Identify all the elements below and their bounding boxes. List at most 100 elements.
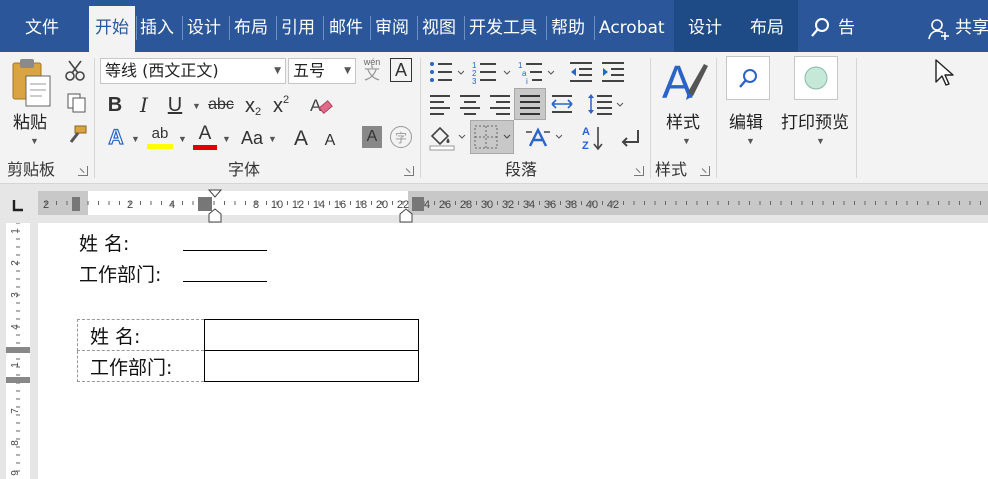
- paragraph-launcher-icon[interactable]: [634, 166, 644, 176]
- clipboard-paste-icon: [12, 59, 51, 107]
- font-launcher-icon[interactable]: [404, 166, 414, 176]
- superscript-button[interactable]: x2: [268, 92, 294, 120]
- share-label: 共享: [955, 18, 988, 38]
- underline-button[interactable]: U: [164, 92, 186, 118]
- department-field-label: 工作部门:: [79, 264, 162, 286]
- font-name-combo[interactable]: 等线 (西文正文) ▼: [100, 58, 286, 84]
- tab-developer[interactable]: 开发工具: [469, 8, 537, 48]
- table-cell-label[interactable]: 姓 名:: [77, 319, 205, 351]
- table-cell-label[interactable]: 工作部门:: [77, 350, 205, 382]
- strikethrough-button[interactable]: abc: [206, 92, 236, 118]
- superscript-x: x: [272, 94, 283, 117]
- align-right-button[interactable]: [488, 92, 512, 121]
- subscript-x: x: [244, 94, 255, 117]
- increase-indent-button[interactable]: [600, 60, 626, 89]
- print-preview-dropdown-icon[interactable]: ▼: [816, 136, 825, 146]
- editing-dropdown-icon[interactable]: ▼: [746, 136, 755, 146]
- search-icon: [811, 18, 829, 37]
- styles-group-label: 样式: [655, 160, 688, 179]
- styles-launcher-icon[interactable]: [700, 166, 710, 176]
- editing-button[interactable]: [726, 56, 770, 100]
- highlight-button[interactable]: ab: [146, 122, 174, 152]
- tab-acrobat[interactable]: Acrobat: [599, 8, 665, 48]
- enclose-chars-button[interactable]: 字: [390, 126, 412, 148]
- clear-formatting-button[interactable]: A: [308, 94, 334, 123]
- paste-button[interactable]: [10, 58, 60, 112]
- ribbon-tab-bar: 文件 开始 插入 设计 布局 引用 邮件 审阅 视图 开发工具 帮助 Acrob…: [0, 0, 988, 118]
- borders-icon: [474, 125, 511, 149]
- tab-view[interactable]: 视图: [422, 8, 456, 48]
- form-table[interactable]: 姓 名: 工作部门:: [77, 319, 419, 382]
- decrease-indent-button[interactable]: [568, 60, 594, 89]
- change-case-button[interactable]: Aa: [236, 124, 268, 152]
- text-effects-dropdown-icon[interactable]: ▼: [131, 134, 140, 144]
- tab-help[interactable]: 帮助: [551, 8, 585, 48]
- show-marks-button[interactable]: [618, 126, 642, 155]
- table-cell-value[interactable]: [204, 319, 419, 351]
- svg-text:A: A: [310, 96, 322, 115]
- tab-file[interactable]: 文件: [25, 8, 59, 48]
- copy-button[interactable]: [66, 92, 88, 119]
- bullets-button[interactable]: [428, 60, 465, 89]
- phonetic-guide-button[interactable]: wén 文: [360, 56, 384, 84]
- bold-button[interactable]: B: [104, 92, 126, 118]
- sort-az-icon: AZ: [582, 126, 603, 152]
- char-border-button[interactable]: A: [390, 58, 412, 82]
- tab-mailings[interactable]: 邮件: [329, 8, 363, 48]
- tab-table-design[interactable]: 设计: [688, 8, 722, 48]
- highlight-dropdown-icon[interactable]: ▼: [178, 134, 187, 144]
- underline-dropdown-icon[interactable]: ▼: [192, 101, 201, 111]
- font-color-label: A: [198, 122, 212, 144]
- cut-button[interactable]: [64, 60, 86, 87]
- department-underline[interactable]: [183, 281, 267, 282]
- grow-font-button[interactable]: A: [290, 124, 312, 154]
- font-name-value: 等线 (西文正文): [105, 61, 219, 80]
- tab-home[interactable]: 开始: [89, 6, 135, 52]
- font-color-button[interactable]: A: [192, 122, 218, 152]
- tab-divider: [546, 16, 547, 40]
- format-painter-button[interactable]: [66, 124, 88, 151]
- tab-divider: [370, 16, 371, 40]
- align-center-button[interactable]: [458, 92, 482, 121]
- tab-divider: [417, 16, 418, 40]
- tab-layout[interactable]: 布局: [234, 8, 268, 48]
- sort-button[interactable]: AZ: [580, 124, 606, 157]
- circle-icon: [804, 66, 828, 90]
- line-spacing-button[interactable]: [586, 92, 626, 121]
- borders-button[interactable]: [470, 120, 514, 154]
- group-divider: [650, 58, 651, 178]
- name-underline[interactable]: [183, 250, 267, 251]
- align-left-button[interactable]: [428, 92, 452, 121]
- styles-button[interactable]: A: [662, 56, 710, 108]
- tab-insert[interactable]: 插入: [140, 8, 174, 48]
- paragraph-group-label: 段落: [505, 160, 538, 179]
- subscript-button[interactable]: x2: [240, 92, 266, 120]
- chinese-layout-button[interactable]: [526, 124, 566, 157]
- svg-text:A: A: [662, 58, 693, 106]
- tab-table-layout[interactable]: 布局: [750, 8, 784, 48]
- distributed-button[interactable]: [550, 92, 574, 121]
- shrink-font-button[interactable]: A: [320, 128, 340, 154]
- multilevel-list-button[interactable]: 1ai: [518, 60, 558, 89]
- shading-button[interactable]: [428, 124, 468, 157]
- tab-design[interactable]: 设计: [187, 8, 221, 48]
- char-shading-button[interactable]: A: [362, 126, 382, 148]
- paste-dropdown-icon[interactable]: ▼: [30, 136, 39, 146]
- print-preview-button[interactable]: [794, 56, 838, 100]
- clipboard-launcher-icon[interactable]: [78, 166, 88, 176]
- scissors-icon: [65, 60, 85, 81]
- text-effects-button[interactable]: A: [104, 124, 128, 152]
- table-cell-value[interactable]: [204, 350, 419, 382]
- numbering-button[interactable]: 123: [472, 60, 512, 89]
- font-color-dropdown-icon[interactable]: ▼: [222, 134, 231, 144]
- tab-references[interactable]: 引用: [281, 8, 315, 48]
- change-case-dropdown-icon[interactable]: ▼: [268, 134, 277, 144]
- italic-button[interactable]: I: [134, 92, 154, 118]
- styles-dropdown-icon[interactable]: ▼: [682, 136, 691, 146]
- distribute-icon: [551, 95, 573, 113]
- paintbrush-icon: [69, 125, 87, 143]
- subscript-2: 2: [254, 106, 262, 118]
- tab-review[interactable]: 审阅: [375, 8, 409, 48]
- justify-button[interactable]: [514, 88, 546, 120]
- font-size-combo[interactable]: 五号 ▼: [288, 58, 356, 84]
